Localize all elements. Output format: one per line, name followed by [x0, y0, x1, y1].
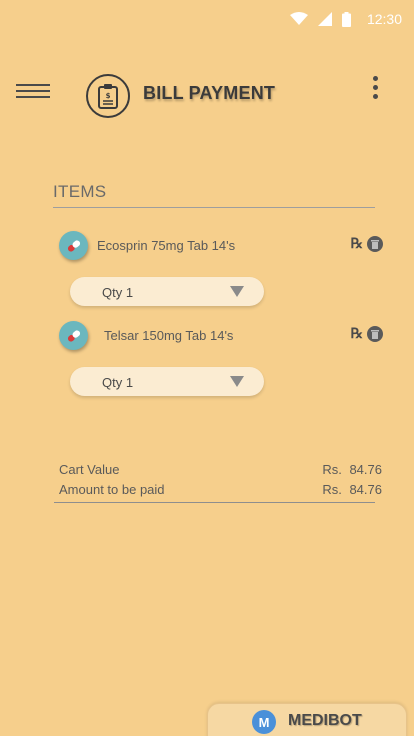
cart-value-row: Cart Value Rs. 84.76 [59, 460, 382, 480]
more-vert-icon[interactable] [370, 76, 380, 102]
prescription-icon[interactable]: ℞ [350, 236, 363, 252]
quantity-value: Qty 1 [102, 375, 134, 390]
hamburger-line [16, 90, 50, 92]
svg-text:$: $ [106, 92, 111, 100]
status-time: 12:30 [366, 11, 402, 27]
item-name: Telsar 150mg Tab 14's [104, 328, 234, 343]
capsule-icon [59, 231, 88, 260]
item-name: Ecosprin 75mg Tab 14's [97, 238, 236, 253]
amount-to-pay-value: Rs. 84.76 [322, 482, 382, 497]
signal-icon [317, 12, 332, 26]
status-bar: 12:30 [0, 0, 414, 38]
more-dot [372, 85, 378, 90]
cart-item: Telsar 150mg Tab 14's ℞ [59, 321, 389, 353]
hamburger-menu-button[interactable] [16, 84, 50, 104]
amount-to-pay-row: Amount to be paid Rs. 84.76 [59, 480, 382, 500]
quantity-value: Qty 1 [102, 285, 134, 300]
cart-item: Ecosprin 75mg Tab 14's ℞ [59, 231, 389, 263]
more-dot [372, 94, 378, 99]
hamburger-line [16, 96, 50, 98]
delete-icon[interactable] [367, 326, 383, 342]
hamburger-line [16, 84, 50, 86]
battery-icon [341, 11, 351, 27]
delete-icon[interactable] [367, 236, 383, 252]
wifi-icon [289, 12, 308, 25]
bill-clipboard-icon: $ [86, 74, 130, 118]
medibot-tab[interactable]: M MEDIBOT [207, 703, 407, 736]
dropdown-caret-icon [230, 376, 244, 387]
brand-name: MEDIBOT [288, 712, 362, 729]
more-dot [372, 76, 378, 81]
cart-value-label: Cart Value [59, 462, 120, 477]
totals-summary: Cart Value Rs. 84.76 Amount to be paid R… [59, 460, 382, 500]
cart-value-amount: Rs. 84.76 [322, 462, 382, 477]
items-heading: ITEMS [53, 182, 107, 201]
amount-to-pay-label: Amount to be paid [59, 482, 165, 497]
dropdown-caret-icon [230, 286, 244, 297]
capsule-icon [59, 321, 88, 350]
app-bar: $ BILL PAYMENT [0, 70, 414, 118]
prescription-icon[interactable]: ℞ [350, 326, 363, 342]
page-title: BILL PAYMENT [143, 83, 276, 103]
quantity-dropdown[interactable]: Qty 1 [70, 367, 264, 396]
items-divider [53, 207, 375, 208]
totals-divider [54, 502, 375, 503]
medibot-logo-icon: M [252, 710, 276, 734]
quantity-dropdown[interactable]: Qty 1 [70, 277, 264, 306]
